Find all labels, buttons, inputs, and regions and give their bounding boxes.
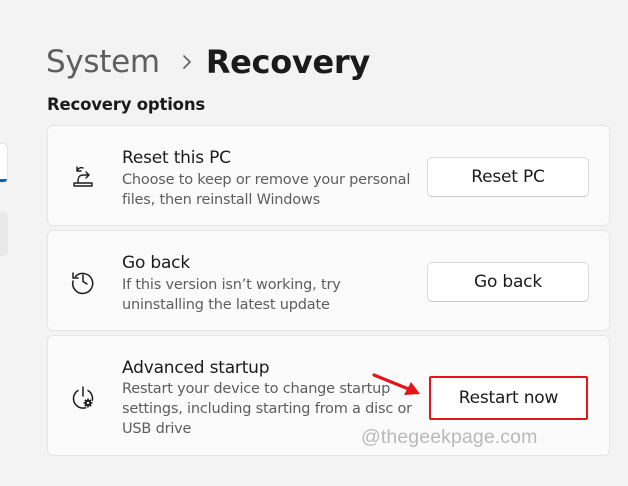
reset-pc-button[interactable]: Reset PC [427,157,589,197]
breadcrumb: System Recovery [46,40,370,84]
history-icon [69,267,97,295]
card-title: Advanced startup [122,358,270,378]
watermark: @thegeekpage.com [361,426,538,448]
breadcrumb-parent-link[interactable]: System [46,44,160,80]
nav-selection-indicator [0,179,7,182]
reset-pc-card: Reset this PC Choose to keep or remove y… [47,125,610,226]
restart-now-button[interactable]: Restart now [429,376,588,420]
chevron-right-icon [182,54,192,70]
page-title: Recovery [205,43,370,81]
section-title: Recovery options [47,95,205,114]
red-arrow-annotation [372,373,420,395]
go-back-button[interactable]: Go back [427,262,589,302]
card-title: Go back [122,253,190,273]
advanced-startup-icon [69,384,97,412]
card-description: If this version isn’t working, try unins… [122,277,341,313]
nav-selected-item[interactable] [0,143,8,183]
card-description: Choose to keep or remove your personal f… [122,172,411,208]
nav-item[interactable] [0,212,8,256]
reset-pc-icon [69,163,97,191]
card-title: Reset this PC [122,148,231,168]
go-back-card: Go back If this version isn’t working, t… [47,230,610,331]
